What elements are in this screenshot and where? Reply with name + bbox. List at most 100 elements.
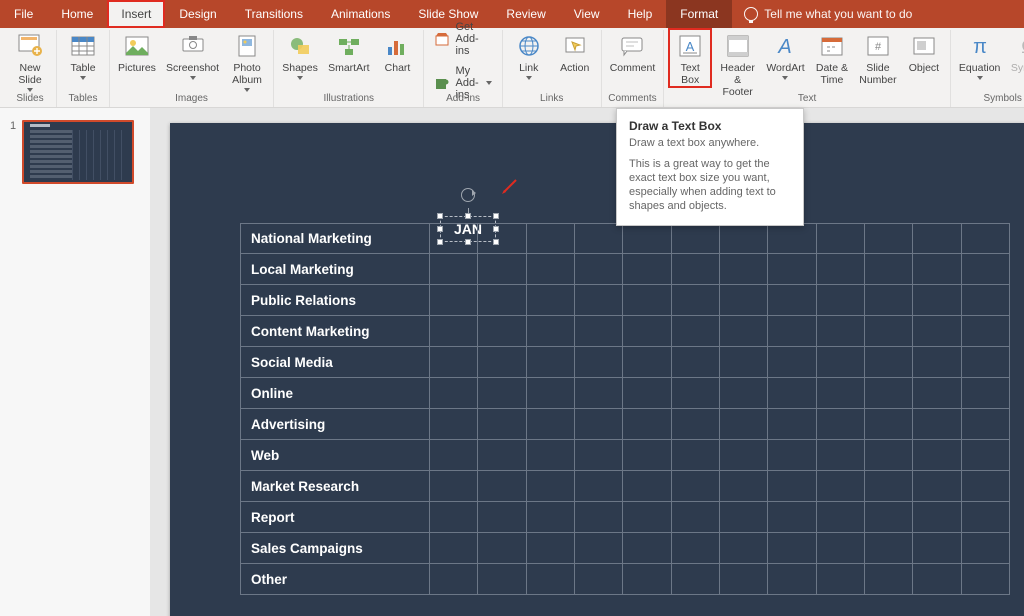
table-cell[interactable] [768, 223, 816, 254]
table-cell[interactable] [720, 254, 768, 285]
table-cell[interactable] [720, 316, 768, 347]
table-cell[interactable] [768, 254, 816, 285]
table-cell[interactable] [527, 502, 575, 533]
slide-number-button[interactable]: # Slide Number [858, 30, 898, 86]
table-cell[interactable] [672, 409, 720, 440]
table-cell[interactable] [623, 378, 671, 409]
table-row[interactable]: Local Marketing [240, 254, 1010, 285]
table-cell[interactable] [913, 316, 961, 347]
table-cell[interactable] [672, 223, 720, 254]
table-cell[interactable] [817, 285, 865, 316]
resize-handle[interactable] [493, 213, 499, 219]
table-cell[interactable] [478, 533, 526, 564]
table-cell[interactable] [575, 440, 623, 471]
table-cell[interactable] [865, 347, 913, 378]
table-cell[interactable] [913, 533, 961, 564]
table-cell[interactable] [768, 285, 816, 316]
table-cell[interactable] [575, 564, 623, 595]
table-cell[interactable] [913, 285, 961, 316]
slide[interactable]: JAN National MarketingLocal MarketingPub… [170, 123, 1024, 616]
table-cell[interactable] [575, 471, 623, 502]
table-cell[interactable] [672, 316, 720, 347]
table-cell[interactable] [672, 502, 720, 533]
table-cell[interactable] [768, 347, 816, 378]
table-cell[interactable] [478, 409, 526, 440]
table-cell[interactable] [720, 285, 768, 316]
tell-me-search[interactable]: Tell me what you want to do [744, 0, 912, 28]
table-row[interactable]: Content Marketing [240, 316, 1010, 347]
resize-handle[interactable] [465, 213, 471, 219]
table-cell[interactable] [623, 409, 671, 440]
table-cell[interactable] [527, 347, 575, 378]
table-cell[interactable] [720, 440, 768, 471]
rotate-handle[interactable] [461, 188, 475, 202]
object-button[interactable]: Object [904, 30, 944, 74]
table-cell[interactable] [527, 409, 575, 440]
table-cell[interactable] [527, 533, 575, 564]
table-row[interactable]: Report [240, 502, 1010, 533]
table-row[interactable]: National Marketing [240, 223, 1010, 254]
table-cell[interactable] [962, 440, 1010, 471]
tab-animations[interactable]: Animations [317, 0, 404, 28]
table-cell[interactable] [430, 533, 478, 564]
table-cell[interactable] [527, 254, 575, 285]
table-cell[interactable] [623, 502, 671, 533]
get-addins-button[interactable]: Get Add-ins [430, 19, 495, 59]
table-cell[interactable] [672, 254, 720, 285]
table-cell[interactable] [962, 378, 1010, 409]
table-cell[interactable] [913, 502, 961, 533]
table-cell[interactable] [478, 564, 526, 595]
slide-thumbnail-1[interactable] [22, 120, 134, 184]
table-cell[interactable] [478, 471, 526, 502]
table-cell[interactable] [865, 440, 913, 471]
table-cell[interactable] [913, 440, 961, 471]
table-cell[interactable] [865, 223, 913, 254]
table-row[interactable]: Sales Campaigns [240, 533, 1010, 564]
table-cell[interactable] [623, 347, 671, 378]
table-cell[interactable] [672, 564, 720, 595]
table-cell[interactable] [817, 378, 865, 409]
table-cell[interactable] [817, 502, 865, 533]
tab-insert[interactable]: Insert [107, 0, 165, 28]
table-cell[interactable] [430, 316, 478, 347]
tab-transitions[interactable]: Transitions [231, 0, 317, 28]
table-cell[interactable] [817, 409, 865, 440]
table-cell[interactable] [575, 502, 623, 533]
table-cell[interactable] [962, 285, 1010, 316]
new-slide-button[interactable]: New Slide [10, 30, 50, 92]
table-cell[interactable] [865, 409, 913, 440]
table-row[interactable]: Web [240, 440, 1010, 471]
table-cell[interactable] [865, 471, 913, 502]
table-cell[interactable] [720, 502, 768, 533]
table-cell[interactable] [913, 564, 961, 595]
table-cell[interactable] [672, 471, 720, 502]
table-cell[interactable] [962, 502, 1010, 533]
table-cell[interactable] [527, 564, 575, 595]
table-cell[interactable] [913, 409, 961, 440]
smartart-button[interactable]: SmartArt [326, 30, 371, 74]
table-cell[interactable] [720, 533, 768, 564]
table-cell[interactable] [768, 316, 816, 347]
table-cell[interactable] [527, 440, 575, 471]
table-cell[interactable] [623, 471, 671, 502]
pictures-button[interactable]: Pictures [116, 30, 158, 74]
table-cell[interactable] [720, 564, 768, 595]
table-row[interactable]: Advertising [240, 409, 1010, 440]
table-cell[interactable] [720, 471, 768, 502]
action-button[interactable]: Action [555, 30, 595, 74]
table-cell[interactable] [575, 378, 623, 409]
table-cell[interactable] [623, 223, 671, 254]
table-cell[interactable] [623, 533, 671, 564]
tab-review[interactable]: Review [492, 0, 559, 28]
date-time-button[interactable]: Date & Time [812, 30, 852, 86]
table-cell[interactable] [672, 440, 720, 471]
table-cell[interactable] [430, 471, 478, 502]
link-button[interactable]: Link [509, 30, 549, 80]
table-cell[interactable] [962, 471, 1010, 502]
table-cell[interactable] [817, 254, 865, 285]
table-cell[interactable] [768, 440, 816, 471]
table-cell[interactable] [768, 378, 816, 409]
table-cell[interactable] [430, 347, 478, 378]
table-cell[interactable] [720, 347, 768, 378]
table-cell[interactable] [865, 316, 913, 347]
